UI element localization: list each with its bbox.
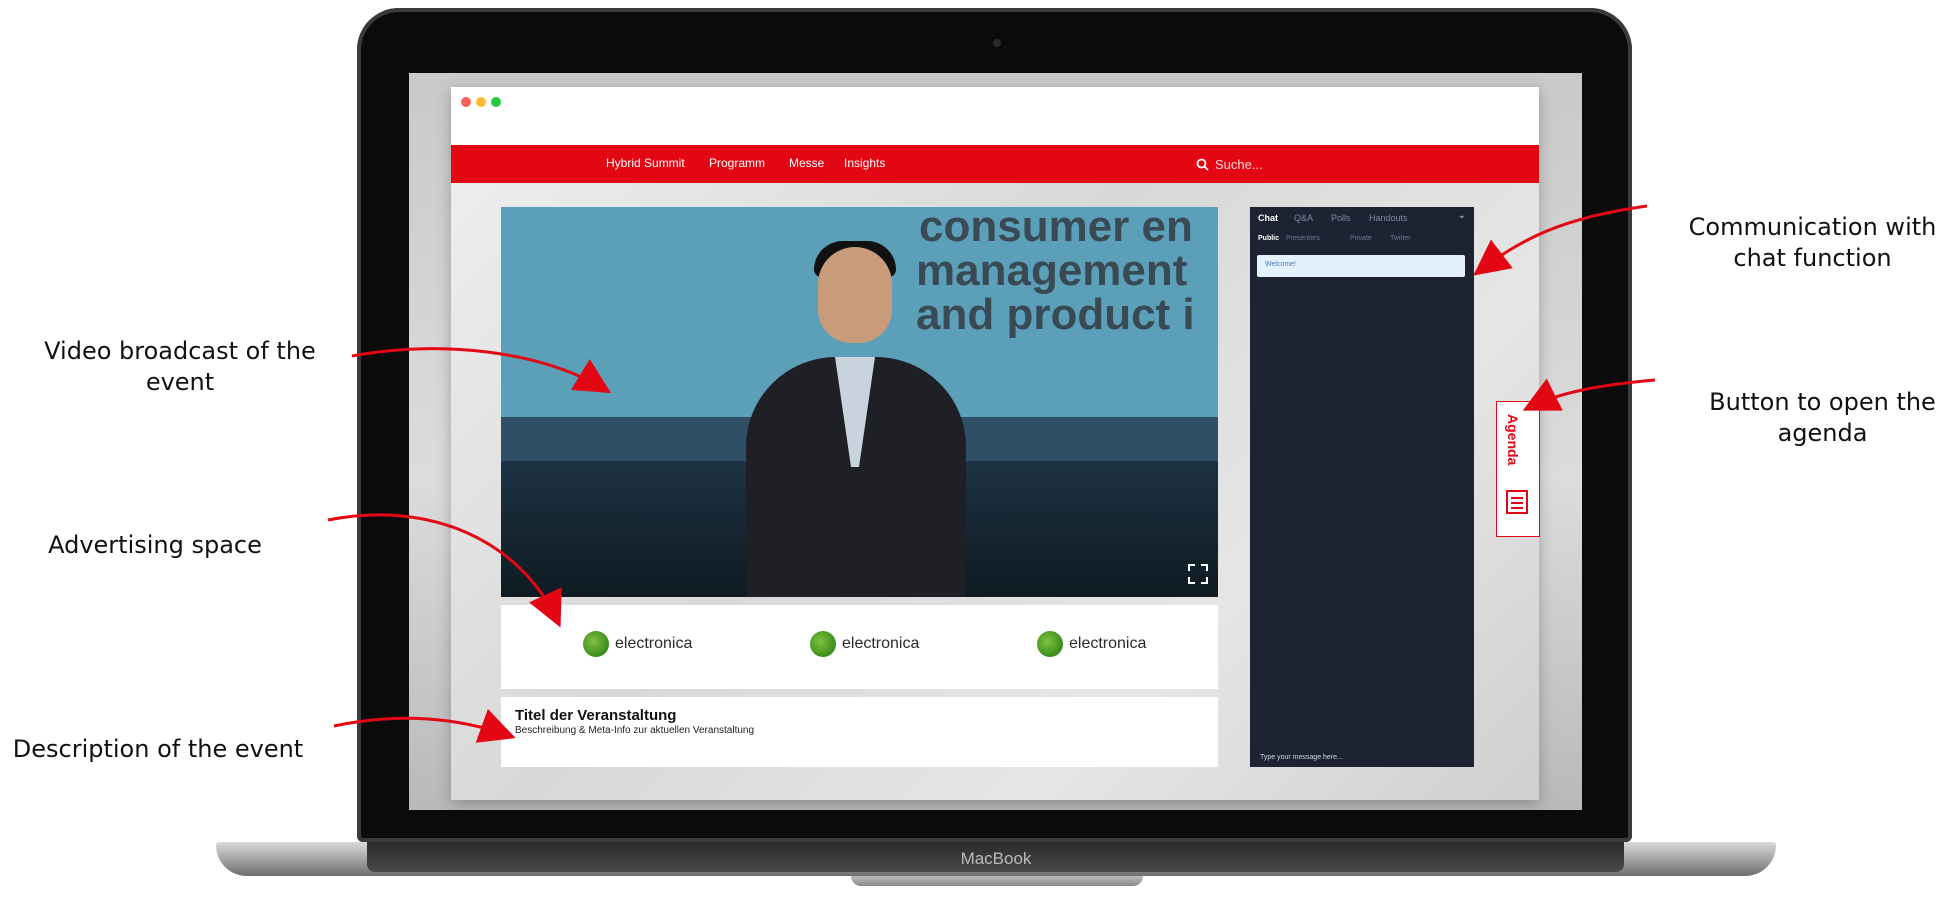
chat-message: Welcome! bbox=[1257, 255, 1465, 277]
nav-item-insights[interactable]: Insights bbox=[844, 156, 885, 170]
video-player[interactable]: consumer en management and product i bbox=[501, 207, 1218, 597]
minimize-window-icon[interactable] bbox=[476, 97, 486, 107]
chat-panel: Chat Q&A Polls Handouts ⌄ Public Present… bbox=[1250, 207, 1474, 767]
agenda-label: Agenda bbox=[1505, 414, 1521, 466]
calendar-icon bbox=[1506, 490, 1528, 514]
event-description: Beschreibung & Meta-Info zur aktuellen V… bbox=[515, 725, 755, 736]
search-placeholder: Suche... bbox=[1215, 156, 1263, 172]
ad-label: electronica bbox=[842, 635, 920, 652]
subtab-twitter[interactable]: Twitter bbox=[1390, 235, 1411, 242]
tab-chat[interactable]: Chat bbox=[1258, 213, 1278, 223]
main-navigation: Hybrid Summit Programm Messe Insights Su… bbox=[451, 145, 1539, 183]
ad-electronica-1[interactable]: electronica bbox=[583, 631, 692, 657]
slide-line-3: and product i bbox=[916, 290, 1195, 339]
ad-label: electronica bbox=[615, 635, 693, 652]
subtab-presenters[interactable]: Presenters bbox=[1286, 235, 1320, 242]
nav-item-messe[interactable]: Messe bbox=[789, 156, 824, 170]
ad-label: electronica bbox=[1069, 635, 1147, 652]
annotation-agenda: Button to open the agenda bbox=[1709, 388, 1936, 447]
event-title: Titel der Veranstaltung bbox=[515, 707, 677, 724]
ad-electronica-2[interactable]: electronica bbox=[810, 631, 919, 657]
ad-electronica-3[interactable]: electronica bbox=[1037, 631, 1146, 657]
close-window-icon[interactable] bbox=[461, 97, 471, 107]
browser-window: Hybrid Summit Programm Messe Insights Su… bbox=[451, 87, 1540, 800]
electronica-logo-icon bbox=[1037, 631, 1063, 657]
event-description-panel: Titel der Veranstaltung Beschreibung & M… bbox=[501, 697, 1218, 767]
laptop-notch bbox=[851, 876, 1143, 886]
advertising-banner: electronica electronica electronica bbox=[501, 605, 1218, 689]
subtab-private[interactable]: Private bbox=[1350, 235, 1372, 242]
annotation-description: Description of the event bbox=[12, 735, 304, 763]
nav-item-programm[interactable]: Programm bbox=[709, 156, 765, 170]
annotation-ads: Advertising space bbox=[48, 531, 262, 559]
chevron-down-icon[interactable]: ⌄ bbox=[1458, 210, 1466, 221]
agenda-button[interactable]: Agenda bbox=[1496, 401, 1540, 537]
electronica-logo-icon bbox=[583, 631, 609, 657]
chat-message-text: Welcome! bbox=[1265, 261, 1296, 268]
electronica-logo-icon bbox=[810, 631, 836, 657]
tab-qa[interactable]: Q&A bbox=[1294, 213, 1313, 223]
fullscreen-icon[interactable] bbox=[1187, 563, 1209, 585]
speaker-head bbox=[818, 247, 892, 343]
search-field[interactable]: Suche... bbox=[1196, 155, 1263, 173]
tab-polls[interactable]: Polls bbox=[1331, 213, 1351, 223]
search-icon bbox=[1196, 158, 1209, 171]
laptop-brand: MacBook bbox=[960, 849, 1032, 868]
browser-titlebar bbox=[451, 87, 1539, 145]
subtab-public[interactable]: Public bbox=[1258, 235, 1279, 242]
chat-input[interactable]: Type your message here... bbox=[1260, 754, 1343, 761]
laptop-screen: Hybrid Summit Programm Messe Insights Su… bbox=[409, 73, 1582, 810]
webcam-icon bbox=[993, 39, 1001, 47]
maximize-window-icon[interactable] bbox=[491, 97, 501, 107]
tab-handouts[interactable]: Handouts bbox=[1369, 213, 1408, 223]
annotation-video: Video broadcast of the event bbox=[44, 337, 316, 396]
nav-item-hybrid-summit[interactable]: Hybrid Summit bbox=[606, 156, 685, 170]
annotation-chat: Communication with chat function bbox=[1688, 213, 1937, 272]
